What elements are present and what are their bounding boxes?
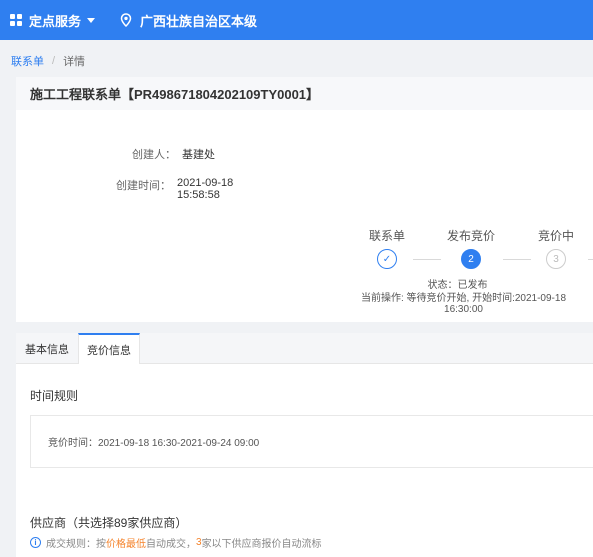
page-title-bar: 施工工程联系单【PR498671804202109TY0001】 bbox=[16, 77, 593, 110]
breadcrumb-separator: / bbox=[52, 55, 56, 67]
info-icon: i bbox=[30, 537, 41, 548]
time-rules-title: 时间规则 bbox=[30, 389, 79, 403]
detail-tabs: 基本信息 竞价信息 bbox=[16, 333, 593, 365]
apps-grid-icon bbox=[10, 14, 22, 26]
deal-rule-tip: i 成交规则：按 价格最低 自动成交， 3 家以下供应商报价自动流标 bbox=[30, 535, 322, 550]
suppliers-title: 供应商（共选择89家供应商） bbox=[30, 516, 188, 530]
created-time-value: 2021-09-18 15:58:58 bbox=[177, 177, 234, 201]
breadcrumb-root-link[interactable]: 联系单 bbox=[11, 53, 44, 69]
region-selector[interactable]: 广西壮族自治区本级 bbox=[119, 11, 257, 30]
top-navbar: 定点服务 广西壮族自治区本级 bbox=[0, 0, 593, 40]
bidding-info-content: 时间规则 竞价时间：2021-09-18 16:30-2021-09-24 09… bbox=[16, 364, 593, 557]
step-2-marker: 2 bbox=[461, 249, 481, 269]
tab-basic-info[interactable]: 基本信息 bbox=[16, 333, 78, 364]
creator-row: 创建人： 基建处 bbox=[16, 146, 276, 162]
region-label: 广西壮族自治区本级 bbox=[140, 13, 258, 29]
deal-rule-suffix: 家以下供应商报价自动流标 bbox=[201, 539, 322, 550]
created-time-label: 创建时间： bbox=[116, 180, 172, 192]
tab-bidding-info[interactable]: 竞价信息 bbox=[78, 333, 140, 365]
creator-label: 创建人： bbox=[132, 149, 176, 161]
breadcrumb: 联系单 / 详情 bbox=[11, 53, 85, 69]
time-rules-box: 竞价时间：2021-09-18 16:30-2021-09-24 09:00 bbox=[30, 415, 593, 468]
deal-rule-highlight-lowest: 价格最低 bbox=[106, 539, 146, 550]
deal-rule-prefix: 成交规则：按 bbox=[46, 539, 106, 550]
step-1-check-icon: ✓ bbox=[377, 249, 397, 269]
step-connector bbox=[413, 259, 441, 260]
step-connector bbox=[503, 259, 531, 260]
step-label-3: 竞价中 bbox=[537, 229, 574, 243]
step-label-1: 联系单 bbox=[368, 229, 405, 243]
service-menu-label: 定点服务 bbox=[29, 13, 82, 29]
detail-info-panel: 创建人： 基建处 创建时间： 2021-09-18 15:58:58 联系单 发… bbox=[16, 110, 593, 322]
caret-down-icon bbox=[87, 17, 96, 23]
page-title: 施工工程联系单【PR498671804202109TY0001】 bbox=[30, 87, 320, 102]
step-label-2: 发布竞价 bbox=[446, 229, 495, 243]
step-3-marker: 3 bbox=[546, 249, 566, 269]
current-operation-text: 当前操作: 等待竞价开始, 开始时间:2021-09-18 16:30:00 bbox=[360, 293, 567, 315]
breadcrumb-current: 详情 bbox=[63, 56, 86, 68]
bid-time-text: 竞价时间：2021-09-18 16:30-2021-09-24 09:00 bbox=[48, 438, 260, 449]
deal-rule-mid: 自动成交， bbox=[146, 539, 196, 550]
progress-steps: 联系单 发布竞价 竞价中 ✓ 2 3 bbox=[366, 227, 593, 279]
step-connector bbox=[588, 259, 593, 260]
created-time-row: 创建时间： 2021-09-18 15:58:58 bbox=[16, 177, 276, 201]
creator-value: 基建处 bbox=[182, 149, 215, 161]
location-pin-icon bbox=[120, 13, 132, 27]
service-menu-dropdown[interactable]: 定点服务 bbox=[10, 11, 96, 30]
